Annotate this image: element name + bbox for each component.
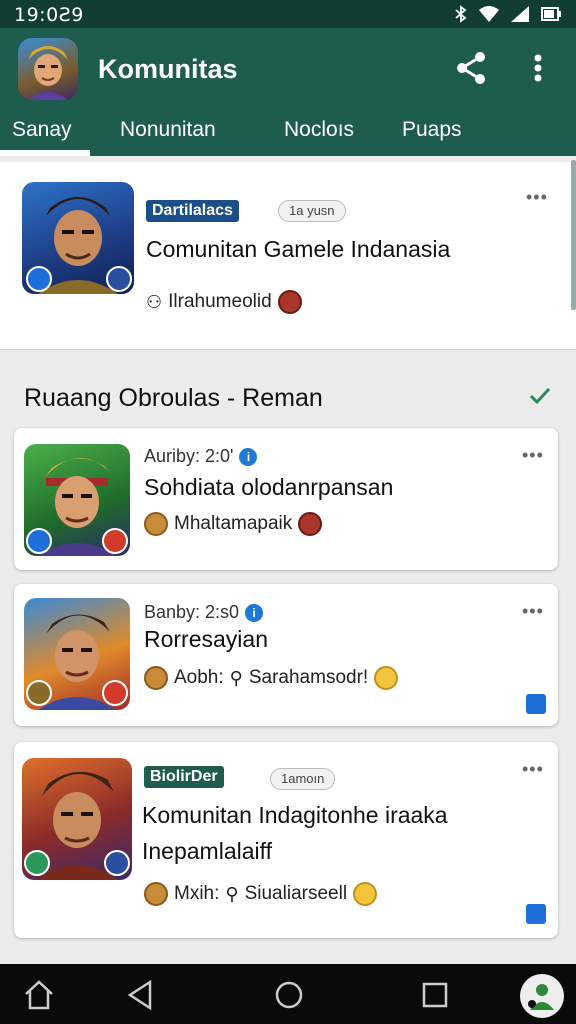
post-meta-label: Siualiarseell bbox=[244, 883, 348, 904]
tab-puaps[interactable]: Puaps bbox=[402, 118, 462, 142]
post-thumbnail bbox=[24, 444, 130, 556]
more-horiz-icon[interactable]: ••• bbox=[522, 760, 544, 778]
overview-home-button[interactable] bbox=[272, 978, 306, 1012]
post-meta: Mxih: ⚲ Siualiarseell bbox=[144, 882, 378, 906]
featured-thumbnail bbox=[22, 182, 134, 294]
more-horiz-icon[interactable]: ••• bbox=[522, 446, 544, 464]
bookmark-icon[interactable] bbox=[526, 904, 546, 924]
scrollbar[interactable] bbox=[571, 160, 576, 310]
bookmark-icon[interactable] bbox=[526, 694, 546, 714]
more-horiz-icon[interactable]: ••• bbox=[522, 602, 544, 620]
badge-icon bbox=[102, 528, 128, 554]
post-meta-label: Ilrahumeolid bbox=[168, 291, 272, 312]
assistant-button[interactable] bbox=[520, 974, 564, 1018]
pin-icon: ⚲ bbox=[229, 667, 243, 688]
coin-icon bbox=[144, 666, 168, 690]
post-meta-author: Aobh: bbox=[174, 667, 224, 688]
app-title: Komunitas bbox=[98, 54, 238, 84]
system-nav-bar bbox=[0, 964, 576, 1024]
featured-card[interactable]: Dartilalacs 1a yusn ••• Comunitan Gamele… bbox=[0, 162, 576, 350]
post-card[interactable]: Auriby: 2:0' i ••• Sohdiata olodanrpansan… bbox=[14, 428, 558, 570]
assistant-icon bbox=[528, 984, 554, 1010]
post-card[interactable]: BiolirDer 1amoın ••• Komunitan Indagiton… bbox=[14, 742, 558, 938]
post-meta-label: Sarahamsodr! bbox=[248, 667, 369, 688]
more-horiz-icon[interactable]: ••• bbox=[526, 188, 548, 206]
post-title[interactable]: Komunitan Indagitonhe iraaka bbox=[142, 802, 448, 829]
post-meta: Mhaltamapaik bbox=[144, 512, 323, 536]
post-author-label: Auriby: 2:0' bbox=[144, 446, 234, 466]
back-icon bbox=[127, 979, 152, 1011]
badge-icon bbox=[26, 680, 52, 706]
app-bar: Komunitas Sanay Nonunitan Nocloıs Puaps bbox=[0, 28, 576, 156]
square-icon bbox=[422, 982, 448, 1008]
info-icon: i bbox=[239, 448, 258, 467]
status-time: 19:0Ƨ9 bbox=[14, 4, 84, 26]
tab-bar: Sanay Nonunitan Nocloıs Puaps bbox=[0, 112, 576, 156]
signal-icon bbox=[510, 5, 530, 28]
post-title[interactable]: Comunitan Gamele Indanasia bbox=[146, 236, 450, 263]
category-tag[interactable]: BiolirDer bbox=[144, 766, 224, 788]
badge-icon bbox=[104, 850, 130, 876]
time-pill: 1a yusn bbox=[278, 200, 346, 222]
back-button[interactable] bbox=[124, 978, 158, 1012]
share-icon bbox=[457, 52, 485, 84]
recents-button[interactable] bbox=[418, 978, 452, 1012]
post-author: Auriby: 2:0' i bbox=[144, 446, 258, 467]
reward-icon bbox=[277, 290, 302, 314]
more-vert-icon bbox=[534, 54, 542, 82]
status-icons bbox=[454, 5, 562, 28]
more-options-button[interactable] bbox=[520, 48, 556, 88]
circle-icon bbox=[275, 981, 303, 1009]
post-thumbnail bbox=[24, 598, 130, 710]
post-meta-label: Mhaltamapaik bbox=[174, 513, 293, 534]
badge-icon bbox=[102, 680, 128, 706]
wifi-icon bbox=[478, 5, 500, 28]
bluetooth-icon bbox=[454, 5, 468, 28]
feed[interactable]: Dartilalacs 1a yusn ••• Comunitan Gamele… bbox=[0, 156, 576, 964]
home-button[interactable] bbox=[22, 978, 56, 1012]
reward-icon bbox=[298, 512, 323, 536]
badge-icon bbox=[26, 528, 52, 554]
post-title[interactable]: Rorresayian bbox=[144, 626, 268, 653]
badge-icon bbox=[26, 266, 52, 292]
home-icon bbox=[25, 980, 53, 1010]
user-icon: ⚇ bbox=[146, 291, 163, 312]
tab-nocloıs[interactable]: Nocloıs bbox=[284, 118, 354, 142]
smile-icon bbox=[353, 882, 378, 906]
category-tag[interactable]: Dartilalacs bbox=[146, 200, 239, 222]
battery-icon bbox=[540, 5, 562, 28]
smile-icon bbox=[374, 666, 399, 690]
share-button[interactable] bbox=[452, 48, 492, 88]
info-icon: i bbox=[245, 604, 264, 623]
post-author-label: Banby: 2:s0 bbox=[144, 602, 240, 622]
post-meta: Aobh: ⚲ Sarahamsodr! bbox=[144, 666, 399, 690]
badge-icon bbox=[106, 266, 132, 292]
pin-icon: ⚲ bbox=[225, 883, 239, 904]
post-card[interactable]: Banby: 2:s0 i ••• Rorresayian Aobh: ⚲ Sar… bbox=[14, 584, 558, 726]
status-bar: 19:0Ƨ9 bbox=[0, 0, 576, 28]
checkmark-icon[interactable] bbox=[526, 382, 554, 410]
community-avatar[interactable] bbox=[18, 38, 78, 100]
post-meta-author: Mxih: bbox=[174, 883, 220, 904]
post-thumbnail bbox=[22, 758, 132, 880]
tab-sanay[interactable]: Sanay bbox=[12, 118, 72, 142]
post-title-line2[interactable]: Inepamlalaiff bbox=[142, 838, 272, 865]
coin-icon bbox=[144, 882, 168, 906]
post-title[interactable]: Sohdiata olodanrpansan bbox=[144, 474, 393, 501]
section-title: Ruaang Obroulas - Reman bbox=[24, 384, 323, 412]
post-meta: ⚇ Ilrahumeolid bbox=[146, 290, 302, 314]
tab-nonunitan[interactable]: Nonunitan bbox=[120, 118, 216, 142]
time-pill: 1amoın bbox=[270, 768, 336, 790]
badge-icon bbox=[24, 850, 50, 876]
post-author: Banby: 2:s0 i bbox=[144, 602, 264, 623]
coin-icon bbox=[144, 512, 168, 536]
